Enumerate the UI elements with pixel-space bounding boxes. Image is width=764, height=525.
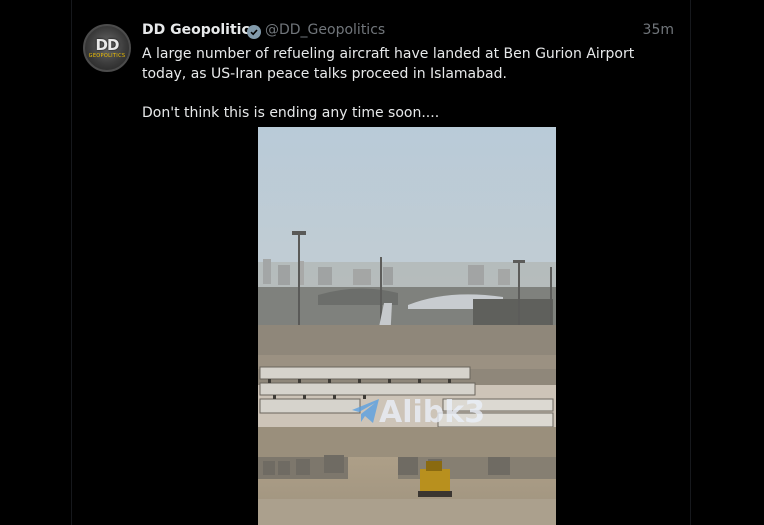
post-text-line-2: Don't think this is ending any time soon… [142, 105, 440, 121]
video-frame-image [258, 127, 556, 525]
telegram-icon [352, 399, 379, 423]
post-timestamp[interactable]: 35m [643, 22, 674, 38]
post-header: DD Geopolitics @DD_Geopolitics 35m [142, 22, 674, 42]
video-watermark: Alibk3 [379, 395, 486, 430]
post-media[interactable]: Alibk3 [141, 127, 675, 525]
avatar[interactable]: DD GEOPOLITICS [83, 24, 131, 72]
avatar-logo-subtext: GEOPOLITICS [88, 52, 126, 59]
author-name[interactable]: DD Geopolitics [142, 22, 258, 38]
post-text: A large number of refueling aircraft hav… [142, 44, 662, 123]
author-handle[interactable]: @DD_Geopolitics [265, 22, 385, 38]
video-player[interactable]: Alibk3 [258, 127, 556, 525]
post[interactable]: DD GEOPOLITICS DD Geopolitics @DD_Geopol… [0, 0, 764, 525]
post-text-line-1: A large number of refueling aircraft hav… [142, 46, 635, 82]
avatar-logo-text: DD [95, 35, 120, 54]
verified-badge-icon [247, 25, 261, 39]
